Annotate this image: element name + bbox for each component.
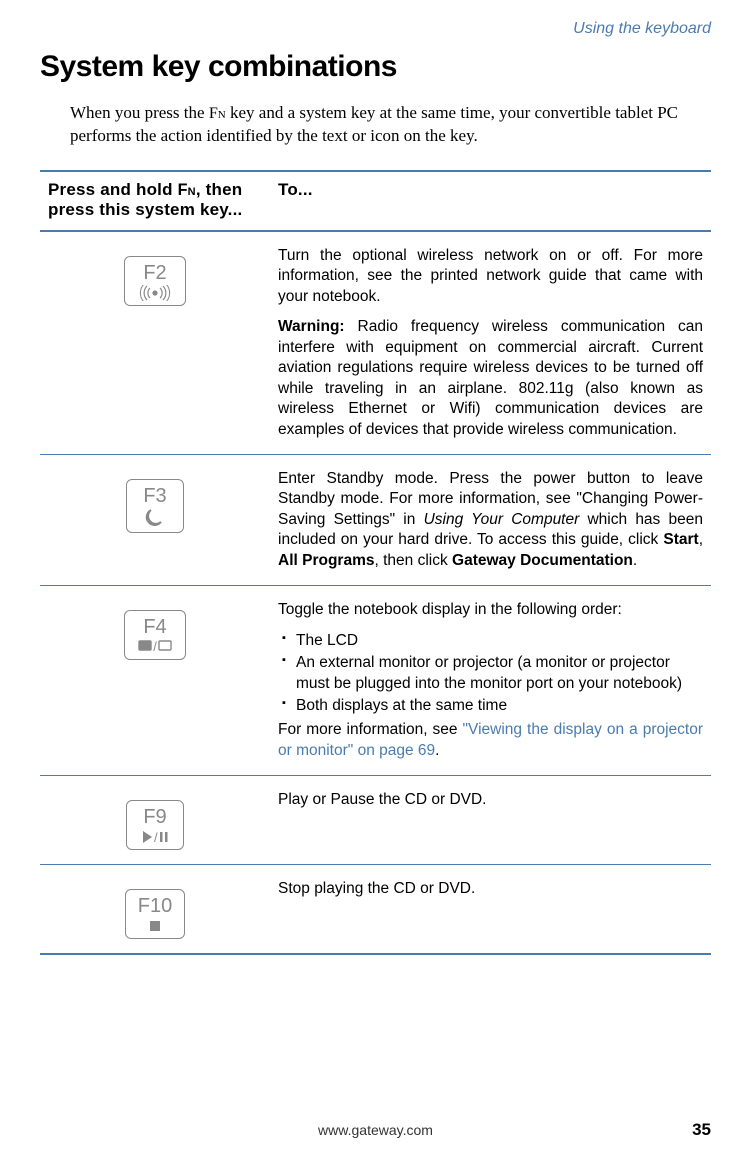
section-context: Using the keyboard — [40, 20, 711, 38]
page-footer: www.gateway.com 35 — [40, 1122, 711, 1138]
f3-comma: , — [699, 531, 703, 548]
warning-text: Radio frequency wireless communication c… — [278, 318, 703, 437]
table-row: F9 / Play or Pause the CD or DVD. — [40, 776, 711, 865]
f3-gateway: Gateway Documentation — [452, 552, 633, 569]
f4-tail: For more information, see "Viewing the d… — [278, 720, 703, 761]
table-row: F2 Turn the opti — [40, 231, 711, 455]
desc-cell-f9: Play or Pause the CD or DVD. — [270, 776, 711, 865]
col-header-to: To... — [270, 171, 711, 231]
table-row: F4 / Toggle the notebook display in the … — [40, 586, 711, 776]
f2-p1: Turn the optional wireless network on or… — [278, 246, 703, 307]
desc-cell-f3: Enter Standby mode. Press the power butt… — [270, 454, 711, 585]
svg-text:/: / — [153, 639, 157, 654]
svg-text:/: / — [154, 830, 158, 845]
keycap-label: F9 — [139, 807, 171, 827]
keycap-label: F2 — [137, 263, 173, 283]
play-pause-icon: / — [141, 829, 169, 845]
f4-list: The LCD An external monitor or projector… — [282, 631, 703, 717]
desc-cell-f10: Stop playing the CD or DVD. — [270, 865, 711, 955]
f10-text: Stop playing the CD or DVD. — [278, 879, 703, 899]
keycap-label: F4 — [137, 617, 173, 637]
key-cell-f4: F4 / — [40, 586, 270, 776]
key-cell-f10: F10 — [40, 865, 270, 955]
keycap-f4: F4 / — [124, 610, 186, 660]
standby-moon-icon — [143, 508, 167, 528]
intro-pre: When you press the — [70, 103, 209, 122]
list-item: Both displays at the same time — [282, 696, 703, 716]
page-number: 35 — [692, 1120, 711, 1140]
f4-lead: Toggle the notebook display in the follo… — [278, 600, 703, 620]
table-row: F3 Enter Standby mode. Press the power b… — [40, 454, 711, 585]
col1-pre: Press and hold — [48, 180, 178, 199]
f3-then: , then click — [374, 552, 452, 569]
col-header-key: Press and hold Fn, then press this syste… — [40, 171, 270, 231]
f3-text: Enter Standby mode. Press the power butt… — [278, 469, 703, 571]
intro-paragraph: When you press the Fn key and a system k… — [70, 102, 711, 148]
keycap-label: F3 — [139, 486, 171, 506]
table-row: F10 Stop playing the CD or DVD. — [40, 865, 711, 955]
f9-text: Play or Pause the CD or DVD. — [278, 790, 703, 810]
f4-tail-a: For more information, see — [278, 721, 463, 738]
key-cell-f3: F3 — [40, 454, 270, 585]
keycap-f3: F3 — [126, 479, 184, 533]
keycap-label: F10 — [138, 896, 172, 916]
list-item: The LCD — [282, 631, 703, 651]
warning-label: Warning: — [278, 318, 345, 335]
wireless-icon — [137, 285, 173, 301]
f3-allprograms: All Programs — [278, 552, 374, 569]
key-combinations-table: Press and hold Fn, then press this syste… — [40, 170, 711, 956]
display-toggle-icon: / — [137, 639, 173, 655]
f3-italic: Using Your Computer — [424, 511, 580, 528]
col1-fn: Fn — [178, 181, 196, 199]
f2-warning: Warning: Radio frequency wireless commun… — [278, 317, 703, 440]
keycap-f2: F2 — [124, 256, 186, 306]
desc-cell-f4: Toggle the notebook display in the follo… — [270, 586, 711, 776]
desc-cell-f2: Turn the optional wireless network on or… — [270, 231, 711, 455]
list-item: An external monitor or projector (a moni… — [282, 653, 703, 694]
key-cell-f9: F9 / — [40, 776, 270, 865]
key-cell-f2: F2 — [40, 231, 270, 455]
stop-icon — [147, 918, 163, 934]
footer-url: www.gateway.com — [318, 1122, 433, 1138]
f3-dot: . — [633, 552, 637, 569]
keycap-f9: F9 / — [126, 800, 184, 850]
f4-tail-b: . — [435, 742, 439, 759]
page-title: System key combinations — [40, 50, 711, 84]
fn-key-text: Fn — [209, 105, 226, 122]
f3-start: Start — [663, 531, 698, 548]
keycap-f10: F10 — [125, 889, 185, 939]
